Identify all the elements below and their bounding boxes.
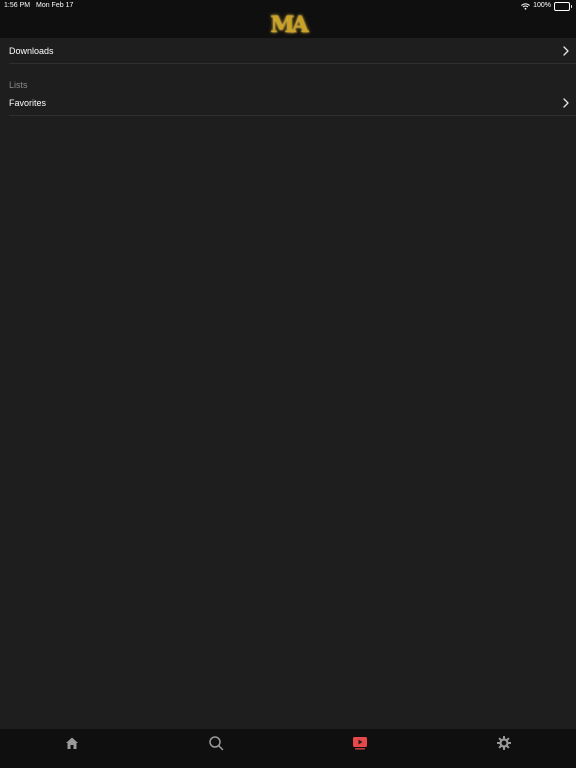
status-time: 1:56 PM: [4, 2, 31, 9]
navigation-bar: MA: [0, 12, 576, 38]
lists-section-header: Lists: [9, 64, 576, 90]
library-list: Downloads Lists Favorites: [0, 38, 576, 116]
tab-bar: [0, 729, 576, 768]
chevron-right-icon: [563, 98, 569, 108]
downloads-row[interactable]: Downloads: [9, 38, 576, 64]
downloads-label: Downloads: [9, 46, 54, 56]
tab-home[interactable]: [64, 735, 80, 751]
favorites-row[interactable]: Favorites: [9, 90, 576, 116]
wifi-icon: [521, 2, 530, 10]
tab-search[interactable]: [208, 735, 224, 751]
tab-settings[interactable]: [496, 735, 512, 751]
play-video-icon: [352, 735, 368, 751]
status-indicators: 100%: [521, 0, 572, 12]
home-icon: [64, 735, 80, 751]
app-logo: MA: [270, 12, 308, 38]
battery-icon: [554, 1, 572, 11]
battery-percent: 100%: [533, 2, 551, 9]
app-screen: 1:56 PM Mon Feb 17 100% MA Downloads Lis…: [0, 0, 576, 768]
search-icon: [208, 735, 224, 751]
lists-header-label: Lists: [9, 80, 28, 90]
gear-icon: [496, 735, 512, 751]
chevron-right-icon: [563, 46, 569, 56]
favorites-label: Favorites: [9, 98, 47, 108]
status-bar: 1:56 PM Mon Feb 17 100%: [0, 0, 576, 12]
status-date: Mon Feb 17: [36, 2, 74, 9]
tab-library[interactable]: [352, 735, 368, 751]
